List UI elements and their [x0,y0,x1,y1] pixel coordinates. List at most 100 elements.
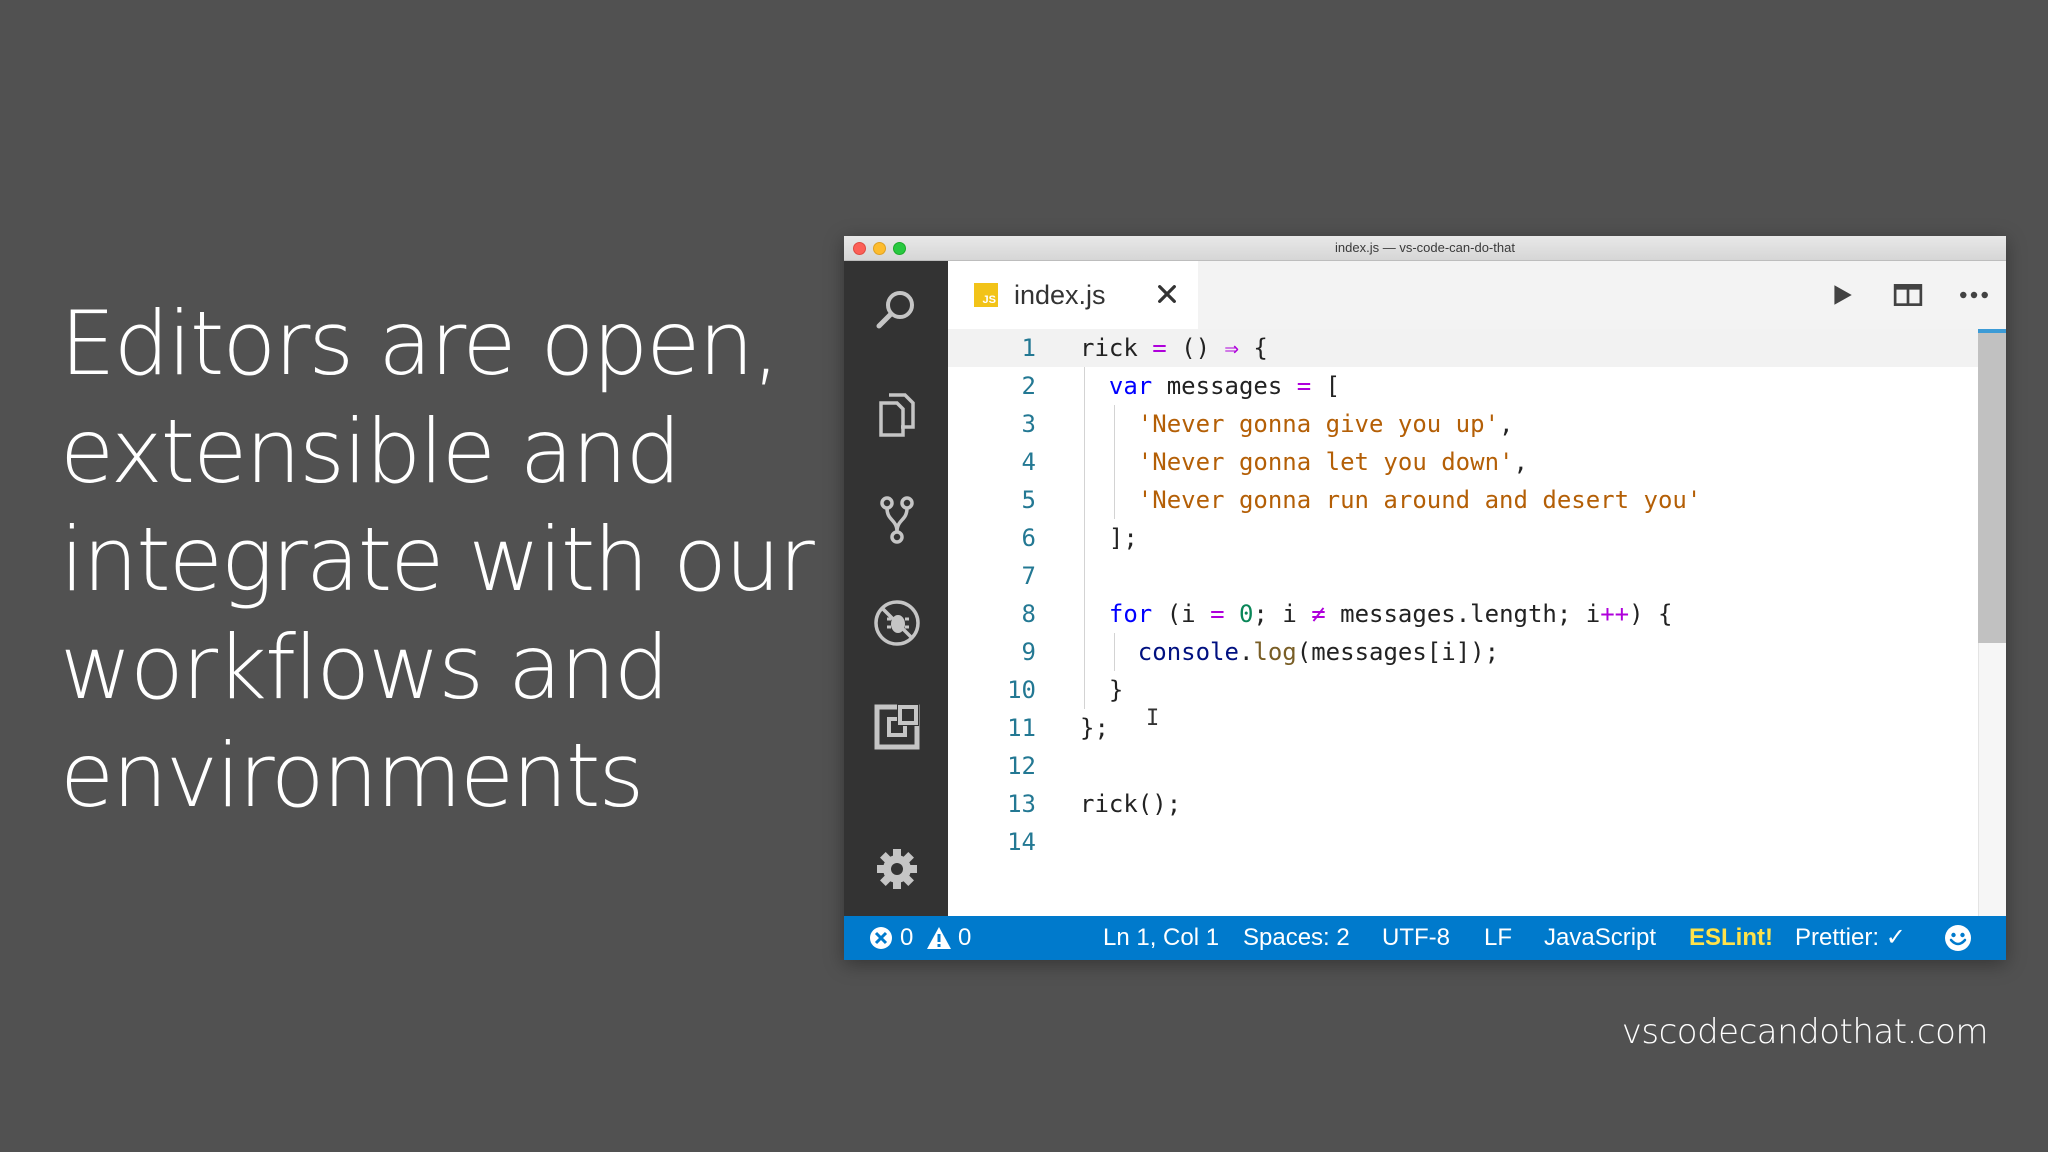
warning-icon[interactable] [926,925,952,951]
cursor-position[interactable]: Ln 1, Col 1 [1103,916,1219,960]
code-editor[interactable]: 1 2 3 4 5 6 7 8 9 10 11 12 13 14 rick = () ⇒ { var mes… [948,329,2006,916]
eslint-status[interactable]: ESLint! [1689,916,1773,960]
warning-count[interactable]: 0 [958,916,971,960]
window-title: index.js — vs-code-can-do-that [1335,240,1515,255]
smiley-icon[interactable] [1944,924,1972,952]
settings-gear-icon[interactable] [871,843,923,895]
close-icon[interactable] [1152,279,1182,309]
code-token: , [1499,410,1514,438]
code-token: [ [1311,372,1341,400]
code-line: 'Never gonna give you up', [1080,405,1514,443]
code-token: = [1152,334,1167,362]
code-token: 'Never gonna let you down' [1137,448,1514,476]
heading-line: integrate with our [60,508,815,611]
split-editor-icon[interactable] [1886,273,1930,317]
code-token: (i [1152,600,1211,628]
line-number: 4 [1021,448,1036,476]
vscode-window: index.js — vs-code-can-do-that JS index.… [844,236,2006,960]
error-count[interactable]: 0 [900,916,913,960]
scrollbar-thumb[interactable] [1978,333,2006,643]
code-line: } [1080,671,1123,709]
code-token: ]; [1080,524,1138,552]
code-line: }; [1080,709,1109,747]
footer-url: vscodecandothat.com [1621,1012,1989,1052]
search-icon[interactable] [871,285,923,337]
explorer-icon[interactable] [871,389,923,441]
code-token: log [1253,638,1297,666]
code-line: 'Never gonna run around and desert you' [1080,481,1702,519]
code-token: = [1210,600,1225,628]
indentation-setting[interactable]: Spaces: 2 [1243,916,1350,960]
error-icon[interactable] [868,925,894,951]
code-token: = [1296,372,1312,400]
editor-actions [1798,273,1996,317]
line-number: 2 [1021,372,1036,400]
code-line: var messages = [ [1080,367,1340,405]
vertical-scrollbar[interactable] [1978,329,2006,916]
code-token: 'Never gonna run around and desert you' [1137,486,1702,514]
heading-line: environments [60,724,644,827]
line-number: 5 [1021,486,1036,514]
run-icon[interactable] [1820,273,1864,317]
line-number: 7 [1021,562,1036,590]
line-number: 13 [1007,790,1036,818]
code-token: (messages[i]); [1296,638,1500,666]
code-token: ++ [1600,600,1630,628]
javascript-file-icon: JS [974,283,998,307]
heading-line: workflows and [60,616,670,719]
code-token: ; i [1253,600,1312,628]
mouse-ibeam-cursor: I [1146,706,1160,731]
code-token: var [1108,372,1153,400]
line-number: 10 [1007,676,1036,704]
code-line: console.log(messages[i]); [1080,633,1499,671]
code-token: console [1137,638,1239,666]
code-line: 'Never gonna let you down', [1080,443,1528,481]
line-number: 12 [1007,752,1036,780]
code-token: rick(); [1080,790,1182,818]
tab-index-js[interactable]: JS index.js [948,261,1198,329]
language-mode[interactable]: JavaScript [1544,916,1656,960]
prettier-status[interactable]: Prettier: ✓ [1795,916,1906,960]
activity-bar [844,261,948,916]
heading-line: Editors are open, [60,292,780,395]
code-token: ) { [1629,600,1673,628]
line-number: 9 [1021,638,1036,666]
debug-icon[interactable] [871,597,923,649]
code-line: ]; [1080,519,1138,557]
tab-label: index.js [1014,279,1106,310]
line-number: 3 [1021,410,1036,438]
code-token: }; [1080,714,1109,742]
line-number: 6 [1021,524,1036,552]
code-line: rick(); [1080,785,1181,823]
tab-bar: JS index.js [948,261,2006,329]
more-actions-icon[interactable] [1952,273,1996,317]
extensions-icon[interactable] [871,701,923,753]
source-control-icon[interactable] [871,493,923,545]
code-line: for (i = 0; i ≠ messages.length; i++) { [1080,595,1673,633]
code-token: 'Never gonna give you up' [1137,410,1500,438]
code-token: . [1238,638,1254,666]
code-token: rick [1080,334,1153,362]
code-token: , [1513,448,1528,476]
line-ending-setting[interactable]: LF [1484,916,1512,960]
code-token: 0 [1238,600,1254,628]
code-token: for [1108,600,1153,628]
status-bar: 0 0 Ln 1, Col 1 Spaces: 2 UTF-8 LF JavaS… [844,916,2006,960]
line-number: 8 [1021,600,1036,628]
heading-line: extensible and [60,400,681,503]
encoding-setting[interactable]: UTF-8 [1382,916,1450,960]
line-number: 11 [1007,714,1036,742]
code-token: { [1238,334,1268,362]
title-bar: index.js — vs-code-can-do-that [844,236,2006,261]
line-number: 14 [1007,828,1036,856]
code-line: rick = () ⇒ { [1080,329,1268,367]
line-number: 1 [1021,334,1036,362]
code-token: ≠ [1311,600,1326,628]
code-token: () [1166,334,1225,362]
slide-heading: Editors are open, extensible and integra… [60,290,820,830]
